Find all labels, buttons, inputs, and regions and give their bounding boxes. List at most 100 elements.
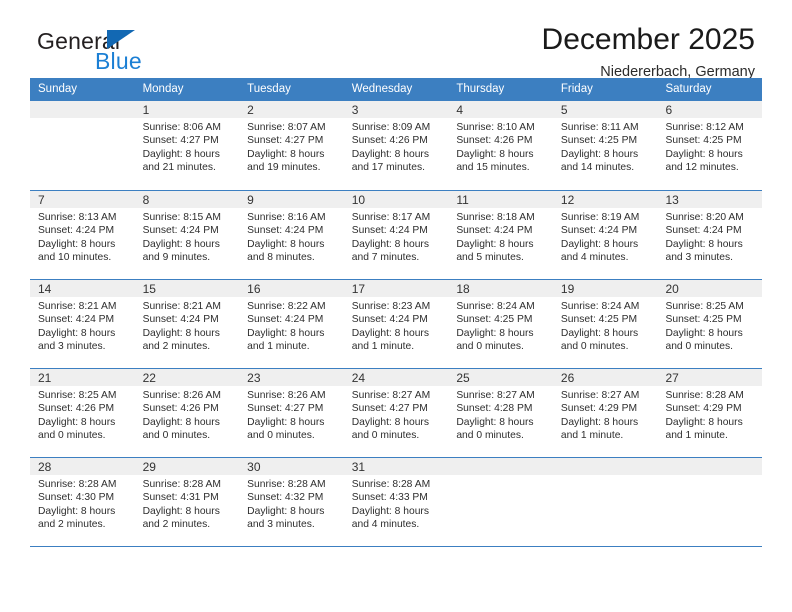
daylight-text: Daylight: 8 hours: [560, 238, 639, 250]
day-cell-30[interactable]: 30 Sunrise: 8:28 AM Sunset: 4:32 PM Dayligh…: [239, 458, 344, 546]
day-details: Sunrise: 8:17 AM Sunset: 4:24 PM Daylight:…: [344, 208, 449, 265]
day-number-band: 2: [239, 101, 344, 118]
day-cell-15[interactable]: 15 Sunrise: 8:21 AM Sunset: 4:24 PM Dayligh…: [134, 280, 240, 368]
sunset-text: Sunset: 4:25 PM: [560, 314, 638, 326]
day-cell-18[interactable]: 18 Sunrise: 8:24 AM Sunset: 4:25 PM Dayligh…: [448, 280, 553, 368]
day-details: Sunrise: 8:25 AM Sunset: 4:26 PM Daylight:…: [30, 386, 135, 443]
daylight-text: and 12 minutes.: [665, 162, 739, 174]
sunset-text: Sunset: 4:30 PM: [38, 492, 115, 504]
day-cell-19[interactable]: 19 Sunrise: 8:24 AM Sunset: 4:25 PM Dayligh…: [552, 280, 658, 368]
day-cell-9[interactable]: 9 Sunrise: 8:16 AM Sunset: 4:24 PM Daylight…: [239, 191, 344, 279]
day-cell-1[interactable]: 1 Sunrise: 8:06 AM Sunset: 4:27 PM Daylight…: [134, 101, 240, 190]
daylight-text: Daylight: 8 hours: [456, 327, 534, 339]
sunset-text: Sunset: 4:24 PM: [247, 225, 324, 237]
day-number: 28: [38, 460, 52, 474]
sunrise-text: Sunrise: 8:09 AM: [351, 122, 431, 133]
day-cell-12[interactable]: 12 Sunrise: 8:19 AM Sunset: 4:24 PM Dayligh…: [552, 191, 658, 279]
day-details: Sunrise: 8:24 AM Sunset: 4:25 PM Daylight:…: [553, 297, 658, 354]
day-cell-11[interactable]: 11 Sunrise: 8:18 AM Sunset: 4:24 PM Dayligh…: [448, 191, 553, 279]
day-cell-empty: [657, 458, 763, 546]
day-cell-31[interactable]: 31 Sunrise: 8:28 AM Sunset: 4:33 PM Dayligh…: [343, 458, 449, 546]
sunset-text: Sunset: 4:28 PM: [456, 403, 533, 415]
daylight-text: and 1 minute.: [665, 430, 728, 442]
daylight-text: Daylight: 8 hours: [247, 148, 325, 160]
daylight-text: Daylight: 8 hours: [560, 416, 639, 428]
day-cell-27[interactable]: 27 Sunrise: 8:28 AM Sunset: 4:29 PM Dayligh…: [657, 369, 763, 457]
day-cell-24[interactable]: 24 Sunrise: 8:27 AM Sunset: 4:27 PM Dayligh…: [343, 369, 449, 457]
generalblue-logo[interactable]: General Blue: [37, 28, 227, 76]
day-cell-20[interactable]: 20 Sunrise: 8:25 AM Sunset: 4:25 PM Dayligh…: [657, 280, 763, 368]
sunrise-text: Sunrise: 8:12 AM: [665, 122, 744, 133]
day-cell-6[interactable]: 6 Sunrise: 8:12 AM Sunset: 4:25 PM Daylight…: [657, 101, 763, 190]
day-number-band: 26: [552, 369, 658, 386]
sunrise-text: Sunrise: 8:11 AM: [560, 122, 639, 133]
sunrise-text: Sunrise: 8:25 AM: [665, 301, 744, 312]
day-cell-13[interactable]: 13 Sunrise: 8:20 AM Sunset: 4:24 PM Dayligh…: [657, 191, 763, 279]
day-cell-5[interactable]: 5 Sunrise: 8:11 AM Sunset: 4:25 PM Daylight…: [552, 101, 658, 190]
day-details: Sunrise: 8:27 AM Sunset: 4:29 PM Daylight:…: [553, 386, 658, 443]
day-details: Sunrise: 8:07 AM Sunset: 4:27 PM Daylight:…: [239, 118, 344, 175]
day-number-band: [657, 458, 763, 475]
day-details: Sunrise: 8:10 AM Sunset: 4:26 PM Daylight:…: [448, 118, 553, 175]
day-number: 7: [38, 193, 45, 207]
daylight-text: Daylight: 8 hours: [247, 238, 325, 250]
daylight-text: and 0 minutes.: [247, 430, 315, 442]
day-cell-14[interactable]: 14 Sunrise: 8:21 AM Sunset: 4:24 PM Dayligh…: [30, 280, 135, 368]
day-number-band: [448, 458, 553, 475]
sunset-text: Sunset: 4:29 PM: [665, 403, 742, 415]
day-number: 1: [142, 103, 150, 117]
daylight-text: and 10 minutes.: [38, 252, 112, 264]
day-cell-28[interactable]: 28 Sunrise: 8:28 AM Sunset: 4:30 PM Dayligh…: [30, 458, 135, 546]
day-cell-7[interactable]: 7 Sunrise: 8:13 AM Sunset: 4:24 PM Daylight…: [30, 191, 135, 279]
daylight-text: and 9 minutes.: [142, 252, 211, 264]
day-details: Sunrise: 8:28 AM Sunset: 4:31 PM Daylight:…: [135, 475, 240, 532]
day-number: 26: [560, 371, 575, 385]
daylight-text: Daylight: 8 hours: [351, 238, 430, 250]
day-number: 31: [351, 460, 366, 474]
day-details: Sunrise: 8:22 AM Sunset: 4:24 PM Daylight:…: [239, 297, 344, 354]
sunrise-text: Sunrise: 8:24 AM: [456, 301, 535, 312]
daylight-text: and 1 minute.: [560, 430, 624, 442]
day-cell-empty: [30, 101, 135, 190]
day-cell-29[interactable]: 29 Sunrise: 8:28 AM Sunset: 4:31 PM Dayligh…: [134, 458, 240, 546]
day-number-band: 4: [448, 101, 553, 118]
day-cell-4[interactable]: 4 Sunrise: 8:10 AM Sunset: 4:26 PM Daylight…: [448, 101, 553, 190]
sunset-text: Sunset: 4:26 PM: [351, 135, 428, 147]
daylight-text: Daylight: 8 hours: [351, 327, 430, 339]
day-cell-10[interactable]: 10 Sunrise: 8:17 AM Sunset: 4:24 PM Dayligh…: [343, 191, 449, 279]
logo-text-blue: Blue: [95, 48, 142, 74]
daylight-text: Daylight: 8 hours: [247, 505, 325, 517]
daylight-text: and 2 minutes.: [38, 519, 106, 531]
sunset-text: Sunset: 4:25 PM: [665, 314, 742, 326]
logo-triangle-icon: [107, 30, 135, 49]
day-cell-8[interactable]: 8 Sunrise: 8:15 AM Sunset: 4:24 PM Daylight…: [134, 191, 240, 279]
day-details: Sunrise: 8:18 AM Sunset: 4:24 PM Daylight:…: [448, 208, 553, 265]
day-cell-22[interactable]: 22 Sunrise: 8:26 AM Sunset: 4:26 PM Dayligh…: [134, 369, 240, 457]
calendar-week-row: 21 Sunrise: 8:25 AM Sunset: 4:26 PM Dayligh…: [30, 368, 763, 457]
day-number-band: 18: [448, 280, 553, 297]
sunrise-text: Sunrise: 8:16 AM: [247, 212, 326, 223]
daylight-text: and 4 minutes.: [351, 519, 420, 531]
sunrise-text: Sunrise: 8:21 AM: [142, 301, 221, 312]
day-cell-21[interactable]: 21 Sunrise: 8:25 AM Sunset: 4:26 PM Dayligh…: [30, 369, 135, 457]
weekday-header-monday: Monday: [142, 83, 184, 95]
daylight-text: and 4 minutes.: [560, 252, 629, 264]
day-number: 8: [142, 193, 150, 207]
day-cell-3[interactable]: 3 Sunrise: 8:09 AM Sunset: 4:26 PM Daylight…: [343, 101, 449, 190]
calendar-grid: Sunday Monday Tuesday Wednesday Thursday Frid…: [30, 78, 763, 547]
day-number: 27: [665, 371, 679, 385]
day-cell-2[interactable]: 2 Sunrise: 8:07 AM Sunset: 4:27 PM Daylight…: [239, 101, 344, 190]
calendar-bottom-divider: [30, 546, 762, 547]
day-details: Sunrise: 8:28 AM Sunset: 4:33 PM Daylight:…: [344, 475, 449, 532]
day-number: 11: [456, 193, 469, 207]
day-cell-26[interactable]: 26 Sunrise: 8:27 AM Sunset: 4:29 PM Dayligh…: [552, 369, 658, 457]
sunset-text: Sunset: 4:32 PM: [247, 492, 324, 504]
day-cell-17[interactable]: 17 Sunrise: 8:23 AM Sunset: 4:24 PM Dayligh…: [343, 280, 449, 368]
day-cell-23[interactable]: 23 Sunrise: 8:26 AM Sunset: 4:27 PM Dayligh…: [239, 369, 344, 457]
day-cell-16[interactable]: 16 Sunrise: 8:22 AM Sunset: 4:24 PM Dayligh…: [239, 280, 344, 368]
sunrise-text: Sunrise: 8:10 AM: [456, 122, 535, 133]
day-details: Sunrise: 8:19 AM Sunset: 4:24 PM Daylight:…: [553, 208, 658, 265]
day-cell-25[interactable]: 25 Sunrise: 8:27 AM Sunset: 4:28 PM Dayligh…: [448, 369, 553, 457]
calendar-week-row: 14 Sunrise: 8:21 AM Sunset: 4:24 PM Dayligh…: [30, 279, 763, 368]
day-number-band: 6: [657, 101, 763, 118]
